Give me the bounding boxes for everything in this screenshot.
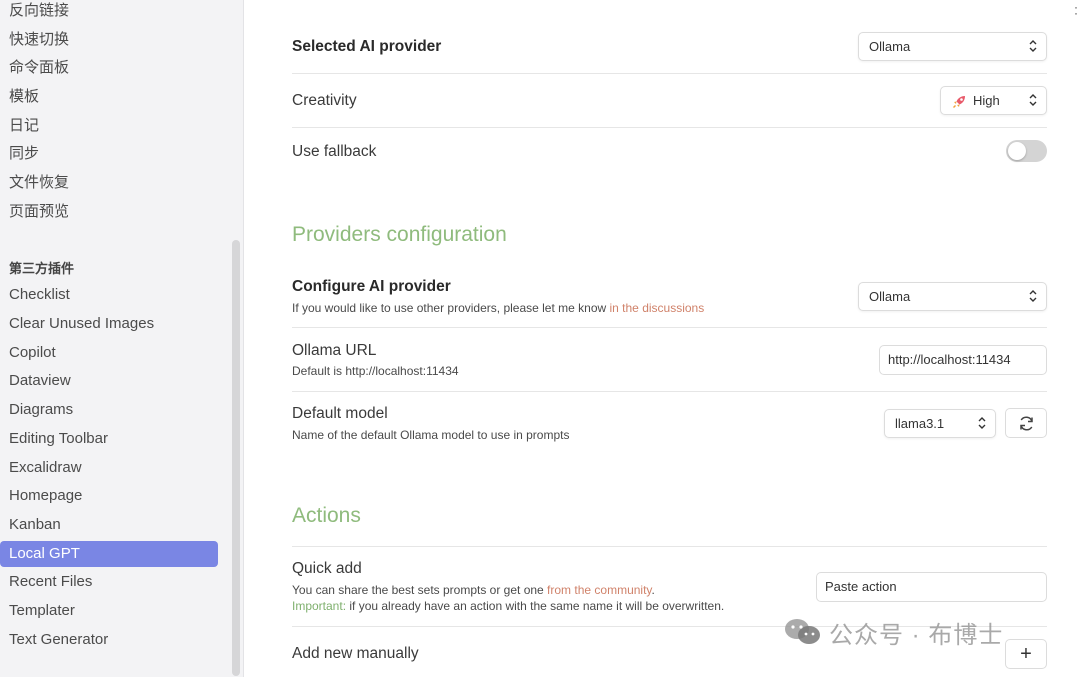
sidebar-item-kanban[interactable]: Kanban xyxy=(0,512,218,538)
default-model-value: llama3.1 xyxy=(895,416,945,431)
wechat-icon xyxy=(785,619,820,644)
sidebar-item-page-preview[interactable]: 页面预览 xyxy=(0,199,218,225)
creativity-label: Creativity xyxy=(292,92,357,109)
default-model-select[interactable]: llama3.1 xyxy=(884,409,996,438)
divider xyxy=(292,546,1047,547)
divider xyxy=(292,391,1047,392)
selected-provider-value: Ollama xyxy=(869,39,911,54)
default-model-label: Default model xyxy=(292,405,388,422)
add-manually-label: Add new manually xyxy=(292,645,419,662)
settings-window: 反向链接 快速切换 命令面板 模板 日记 同步 文件恢复 页面预览 第三方插件 … xyxy=(0,0,1080,677)
chevron-updown-icon xyxy=(1029,40,1037,52)
sidebar-item-command-palette[interactable]: 命令面板 xyxy=(0,55,218,81)
sidebar-item-clear-unused-images[interactable]: Clear Unused Images xyxy=(0,311,218,337)
configure-provider-desc-text: If you would like to use other providers… xyxy=(292,301,610,315)
sidebar-item-templates[interactable]: 模板 xyxy=(0,84,218,110)
settings-sidebar: 反向链接 快速切换 命令面板 模板 日记 同步 文件恢复 页面预览 第三方插件 … xyxy=(0,0,244,677)
use-fallback-label: Use fallback xyxy=(292,143,377,160)
use-fallback-toggle[interactable] xyxy=(1006,140,1047,162)
quick-add-label: Quick add xyxy=(292,560,362,577)
rocket-icon xyxy=(953,96,965,108)
quick-add-desc-suffix: . xyxy=(651,583,655,597)
sidebar-item-local-gpt[interactable]: Local GPT xyxy=(0,541,218,567)
ollama-url-label: Ollama URL xyxy=(292,342,377,359)
settings-content: Selected AI provider Ollama Creativity H… xyxy=(244,0,1080,677)
providers-section-title: Providers configuration xyxy=(292,223,507,246)
quick-add-desc: You can share the best sets prompts or g… xyxy=(292,583,655,597)
divider xyxy=(292,327,1047,328)
selected-provider-label: Selected AI provider xyxy=(292,38,442,55)
sidebar-item-homepage[interactable]: Homepage xyxy=(0,483,218,509)
sidebar-item-recent-files[interactable]: Recent Files xyxy=(0,569,218,595)
sidebar-item-editing-toolbar[interactable]: Editing Toolbar xyxy=(0,426,218,452)
sidebar-item-excalidraw[interactable]: Excalidraw xyxy=(0,455,218,481)
sidebar-item-diagrams[interactable]: Diagrams xyxy=(0,397,218,423)
refresh-models-button[interactable] xyxy=(1005,408,1047,438)
quick-add-important: Important: if you already have an action… xyxy=(292,599,724,613)
default-model-desc: Name of the default Ollama model to use … xyxy=(292,428,570,442)
sidebar-item-quick-switcher[interactable]: 快速切换 xyxy=(0,27,218,53)
ollama-url-input[interactable]: http://localhost:11434 xyxy=(879,345,1047,375)
sidebar-item-dataview[interactable]: Dataview xyxy=(0,368,218,394)
sidebar-plugins-heading: 第三方插件 xyxy=(9,261,75,276)
divider xyxy=(292,127,1047,128)
refresh-icon xyxy=(1020,416,1033,431)
chevron-updown-icon xyxy=(1029,290,1037,302)
sidebar-item-file-recovery[interactable]: 文件恢复 xyxy=(0,170,218,196)
more-options-icon[interactable]: · · xyxy=(1074,1,1078,19)
quick-add-desc-text: You can share the best sets prompts or g… xyxy=(292,583,548,597)
creativity-value: High xyxy=(973,93,1000,108)
divider xyxy=(292,73,1047,74)
configure-provider-value: Ollama xyxy=(869,289,911,304)
sidebar-item-daily-notes[interactable]: 日记 xyxy=(0,113,218,139)
sidebar-item-checklist[interactable]: Checklist xyxy=(0,282,218,308)
chevron-updown-icon xyxy=(978,417,986,429)
toggle-knob xyxy=(1008,142,1026,160)
creativity-select[interactable]: High xyxy=(940,86,1047,115)
watermark-text: 公众号 · 布博士 xyxy=(829,622,1004,649)
discussions-link[interactable]: in the discussions xyxy=(610,301,705,315)
selected-provider-select[interactable]: Ollama xyxy=(858,32,1047,61)
sidebar-item-backlinks[interactable]: 反向链接 xyxy=(0,0,218,24)
important-text: if you already have an action with the s… xyxy=(346,599,725,613)
sidebar-item-text-generator[interactable]: Text Generator xyxy=(0,627,218,653)
sidebar-scrollbar[interactable] xyxy=(232,240,240,676)
configure-provider-desc: If you would like to use other providers… xyxy=(292,301,704,315)
configure-provider-select[interactable]: Ollama xyxy=(858,282,1047,311)
ollama-url-desc: Default is http://localhost:11434 xyxy=(292,364,459,378)
add-action-button[interactable]: + xyxy=(1005,639,1047,669)
sidebar-item-templater[interactable]: Templater xyxy=(0,598,218,624)
sidebar-item-copilot[interactable]: Copilot xyxy=(0,340,218,366)
community-link[interactable]: from the community xyxy=(547,583,651,597)
wechat-watermark: 公众号 · 布博士 xyxy=(783,615,1003,650)
actions-section-title: Actions xyxy=(292,504,361,527)
sidebar-item-sync[interactable]: 同步 xyxy=(0,141,218,167)
configure-provider-label: Configure AI provider xyxy=(292,278,451,295)
paste-action-input[interactable]: Paste action xyxy=(816,572,1047,602)
important-label: Important: xyxy=(292,599,347,613)
chevron-updown-icon xyxy=(1029,94,1037,106)
